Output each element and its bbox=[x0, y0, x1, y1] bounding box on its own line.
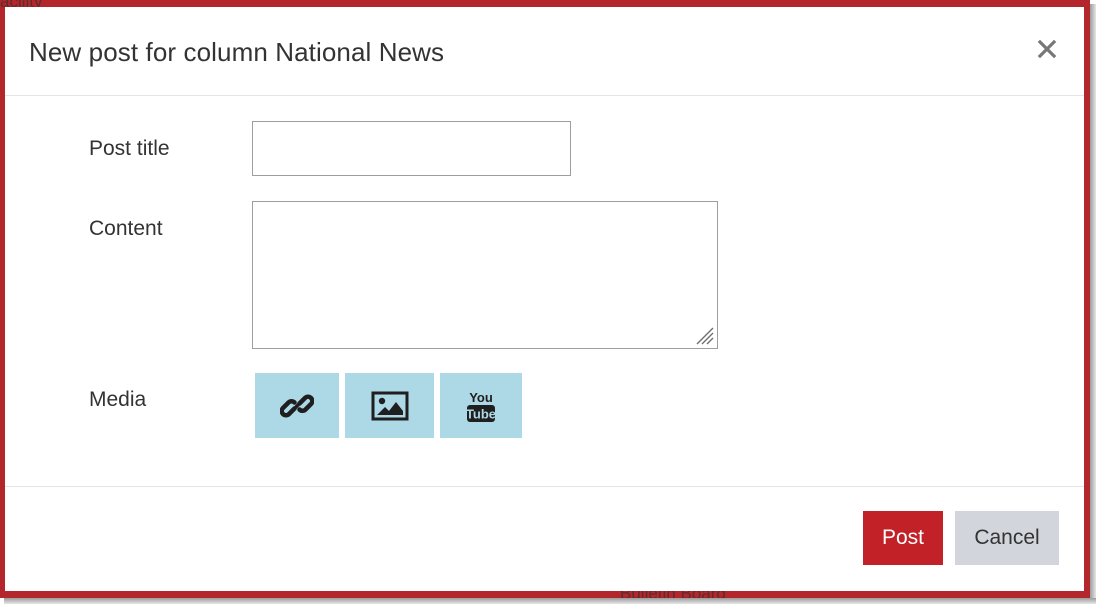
media-label: Media bbox=[89, 388, 147, 411]
youtube-text-top: You bbox=[469, 390, 493, 405]
content-label: Content bbox=[89, 217, 163, 240]
new-post-dialog: New post for column National News Post t… bbox=[5, 7, 1084, 591]
image-icon bbox=[371, 391, 409, 421]
link-icon bbox=[280, 389, 314, 423]
insert-link-button[interactable] bbox=[255, 373, 339, 438]
resize-grip-icon[interactable] bbox=[693, 324, 715, 346]
content-textarea[interactable] bbox=[252, 201, 718, 349]
insert-image-button[interactable] bbox=[345, 373, 434, 438]
insert-youtube-button[interactable]: You Tube bbox=[440, 373, 522, 438]
dialog-footer: Post Cancel bbox=[5, 486, 1084, 591]
post-title-label: Post title bbox=[89, 137, 170, 160]
youtube-icon: You Tube bbox=[466, 388, 496, 424]
dialog-header: New post for column National News bbox=[5, 7, 1084, 96]
window-shadow-bottom bbox=[4, 598, 1096, 604]
post-title-input[interactable] bbox=[252, 121, 571, 176]
cancel-button[interactable]: Cancel bbox=[955, 511, 1059, 565]
window-shadow-right bbox=[1090, 4, 1096, 602]
close-icon bbox=[1037, 39, 1057, 59]
youtube-text-bottom: Tube bbox=[466, 406, 496, 421]
dialog-title: New post for column National News bbox=[29, 37, 445, 67]
close-button[interactable] bbox=[1033, 35, 1061, 63]
post-button[interactable]: Post bbox=[863, 511, 943, 565]
